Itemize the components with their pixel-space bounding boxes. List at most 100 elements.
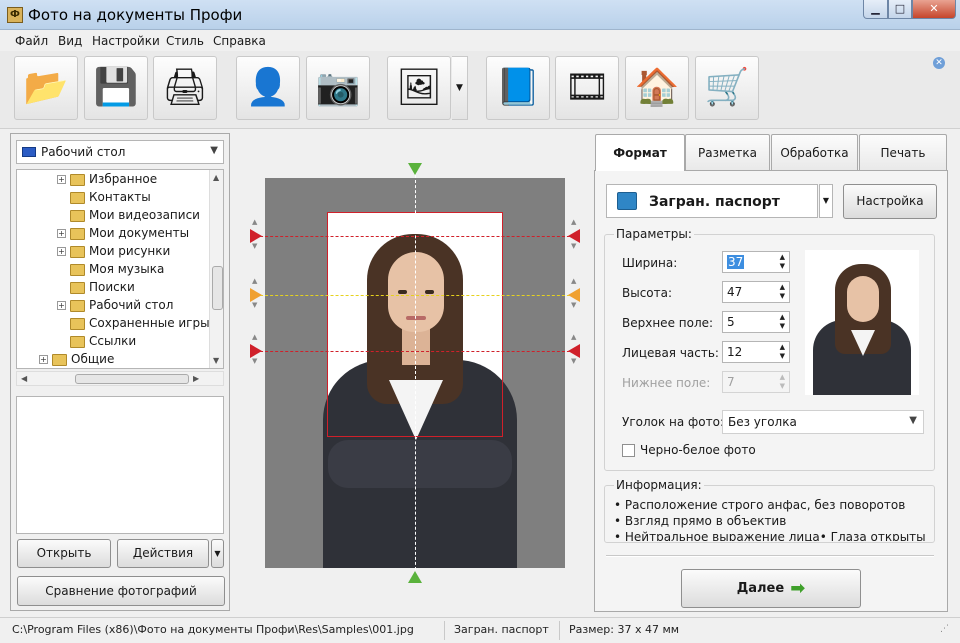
spin-down-icon[interactable]: ▼ bbox=[780, 322, 785, 330]
folder-icon bbox=[70, 335, 85, 348]
tree-item[interactable]: + Мои документы bbox=[57, 226, 189, 244]
location-dropdown[interactable]: Рабочий стол ▼ bbox=[16, 140, 224, 164]
expand-icon[interactable]: + bbox=[57, 247, 66, 256]
nudge-arrows-icon[interactable]: ▲ ▼ bbox=[571, 277, 576, 309]
settings-button[interactable]: Настройка bbox=[843, 184, 937, 219]
shop-cart-button[interactable]: 🛒 bbox=[695, 56, 759, 120]
menu-settings[interactable]: Настройки bbox=[92, 34, 160, 48]
house-icon: 🏠 bbox=[634, 67, 680, 108]
tree-item[interactable]: + Рабочий стол bbox=[57, 298, 173, 316]
print-button[interactable]: 🖨 bbox=[153, 56, 217, 120]
menu-view[interactable]: Вид bbox=[58, 34, 82, 48]
tree-item[interactable]: Поиски bbox=[57, 280, 135, 298]
corner-dropdown[interactable]: Без уголка ▼ bbox=[722, 410, 924, 434]
tree-item[interactable]: + Мои рисунки bbox=[57, 244, 170, 262]
scroll-down-icon[interactable]: ▼ bbox=[213, 356, 219, 365]
help-book-button[interactable]: 📘 bbox=[486, 56, 550, 120]
tree-item[interactable]: Ссылки bbox=[57, 334, 136, 352]
compare-photos-button[interactable]: Сравнение фотографий bbox=[17, 576, 225, 606]
actions-dropdown[interactable]: ▼ bbox=[211, 539, 224, 568]
scroll-up-icon[interactable]: ▲ bbox=[213, 173, 219, 182]
menu-bar: Файл Вид Настройки Стиль Справка bbox=[0, 31, 960, 51]
tree-vertical-scrollbar[interactable]: ▲ ▼ bbox=[209, 170, 223, 368]
folder-icon bbox=[52, 353, 67, 366]
tree-item[interactable]: Моя музыка bbox=[57, 262, 164, 280]
home-button[interactable]: 🏠 bbox=[625, 56, 689, 120]
nudge-arrows-icon[interactable]: ▲ ▼ bbox=[252, 277, 257, 309]
image-zoom-dropdown[interactable]: ▼ bbox=[452, 56, 468, 120]
width-value[interactable]: 37 bbox=[727, 255, 745, 269]
center-guide-line[interactable] bbox=[415, 170, 416, 580]
close-toolbar-icon[interactable]: ✕ bbox=[933, 57, 945, 69]
width-stepper[interactable]: 37 ▲ ▼ bbox=[722, 251, 790, 273]
eye-guide-line[interactable] bbox=[250, 295, 580, 296]
center-bottom-handle[interactable] bbox=[408, 571, 422, 583]
video-reel-button[interactable]: 🎞 bbox=[555, 56, 619, 120]
center-top-handle[interactable] bbox=[408, 163, 422, 175]
menu-file[interactable]: Файл bbox=[15, 34, 48, 48]
tree-item-label: Мои видеозаписи bbox=[89, 208, 200, 222]
tree-horizontal-scrollbar[interactable]: ◀ ▶ bbox=[16, 371, 224, 386]
spin-up-icon[interactable]: ▲ bbox=[780, 253, 785, 261]
tree-item[interactable]: + Общие bbox=[39, 352, 114, 368]
folder-icon bbox=[70, 299, 85, 312]
menu-style[interactable]: Стиль bbox=[166, 34, 204, 48]
window-title: Фото на документы Профи bbox=[28, 6, 243, 24]
film-reel-icon: 🎞 bbox=[564, 67, 610, 108]
tree-item[interactable]: Мои видеозаписи bbox=[57, 208, 200, 226]
expand-icon[interactable]: + bbox=[57, 229, 66, 238]
close-button[interactable]: ✕ bbox=[912, 0, 956, 19]
minimize-button[interactable]: ▁ bbox=[863, 0, 888, 19]
nudge-arrows-icon[interactable]: ▲ ▼ bbox=[571, 218, 576, 250]
face-part-stepper[interactable]: 12 ▲ ▼ bbox=[722, 341, 790, 363]
actions-button[interactable]: Действия bbox=[117, 539, 209, 568]
top-margin-stepper[interactable]: 5 ▲ ▼ bbox=[722, 311, 790, 333]
chin-guide-line[interactable] bbox=[250, 351, 580, 352]
person-search-button[interactable]: 👤 bbox=[236, 56, 300, 120]
expand-icon[interactable]: + bbox=[57, 175, 66, 184]
top-guide-line[interactable] bbox=[250, 236, 580, 237]
bw-photo-label[interactable]: Черно-белое фото bbox=[640, 443, 756, 457]
bw-photo-checkbox[interactable] bbox=[622, 444, 635, 457]
image-zoom-button[interactable]: 🖼 bbox=[387, 56, 451, 120]
tab-processing[interactable]: Обработка bbox=[771, 134, 858, 170]
spin-up-icon[interactable]: ▲ bbox=[780, 313, 785, 321]
spin-down-icon[interactable]: ▼ bbox=[780, 292, 785, 300]
chevron-down-icon[interactable]: ▼ bbox=[819, 184, 833, 218]
menu-help[interactable]: Справка bbox=[213, 34, 266, 48]
resize-grip-icon[interactable]: ⋰ bbox=[940, 624, 949, 634]
scroll-left-icon[interactable]: ◀ bbox=[21, 374, 27, 383]
expand-icon[interactable]: + bbox=[57, 301, 66, 310]
expand-icon[interactable]: + bbox=[39, 355, 48, 364]
next-button[interactable]: Далее ➡ bbox=[681, 569, 861, 608]
nudge-arrows-icon[interactable]: ▲ ▼ bbox=[252, 333, 257, 365]
document-type-dropdown[interactable]: Загран. паспорт bbox=[606, 184, 818, 218]
spin-down-icon[interactable]: ▼ bbox=[780, 352, 785, 360]
tab-layout[interactable]: Разметка bbox=[685, 134, 770, 170]
tab-print[interactable]: Печать bbox=[859, 134, 947, 170]
open-button[interactable]: Открыть bbox=[17, 539, 111, 568]
height-stepper[interactable]: 47 ▲ ▼ bbox=[722, 281, 790, 303]
tree-item[interactable]: Контакты bbox=[57, 190, 151, 208]
face-part-value[interactable]: 12 bbox=[727, 345, 742, 359]
scroll-thumb[interactable] bbox=[212, 266, 223, 310]
info-line: • Расположение строго анфас, без поворот… bbox=[614, 498, 906, 512]
printer-icon: 🖨 bbox=[162, 67, 208, 108]
scroll-right-icon[interactable]: ▶ bbox=[193, 374, 199, 383]
spin-up-icon[interactable]: ▲ bbox=[780, 343, 785, 351]
save-button[interactable]: 💾 bbox=[84, 56, 148, 120]
document-type-label: Загран. паспорт bbox=[649, 194, 780, 210]
camera-button[interactable]: 📷 bbox=[306, 56, 370, 120]
tree-item[interactable]: + Избранное bbox=[57, 172, 157, 190]
tab-format[interactable]: Формат bbox=[595, 134, 685, 171]
scroll-thumb[interactable] bbox=[75, 374, 189, 384]
nudge-arrows-icon[interactable]: ▲ ▼ bbox=[571, 333, 576, 365]
spin-down-icon[interactable]: ▼ bbox=[780, 262, 785, 270]
maximize-button[interactable]: □ bbox=[888, 0, 912, 19]
open-folder-button[interactable]: 📂 bbox=[14, 56, 78, 120]
spin-up-icon[interactable]: ▲ bbox=[780, 283, 785, 291]
tree-item[interactable]: Сохраненные игры bbox=[57, 316, 210, 334]
top-margin-value[interactable]: 5 bbox=[727, 315, 735, 329]
nudge-arrows-icon[interactable]: ▲ ▼ bbox=[252, 218, 257, 250]
height-value[interactable]: 47 bbox=[727, 285, 742, 299]
